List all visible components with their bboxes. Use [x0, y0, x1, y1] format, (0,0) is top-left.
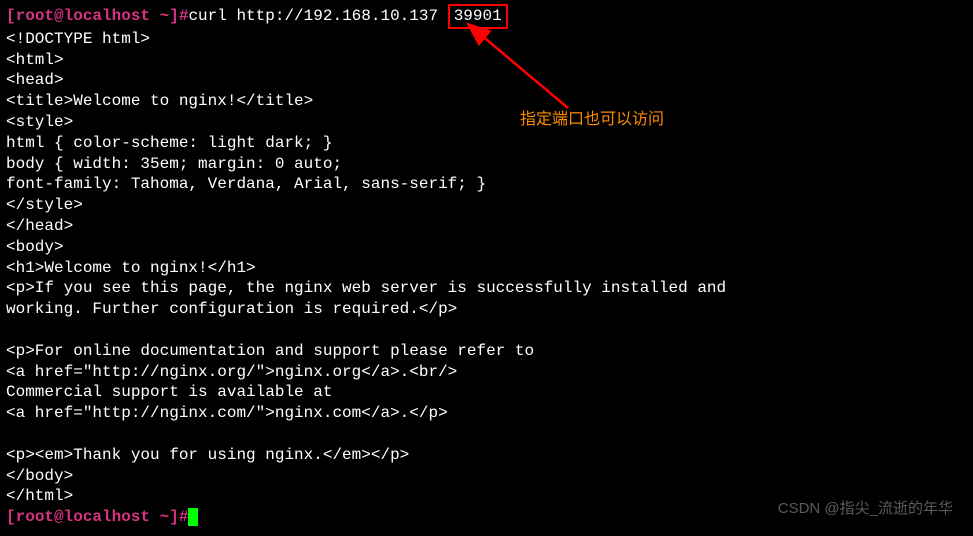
output-line: working. Further configuration is requir…	[6, 299, 967, 320]
prompt-user-host: root@localhost	[16, 508, 150, 526]
output-line: </head>	[6, 216, 967, 237]
output-line: </style>	[6, 195, 967, 216]
output-line: html { color-scheme: light dark; }	[6, 133, 967, 154]
output-line: <!DOCTYPE html>	[6, 29, 967, 50]
output-line: font-family: Tahoma, Verdana, Arial, san…	[6, 174, 967, 195]
terminal-cursor	[188, 508, 198, 526]
output-line: </html>	[6, 486, 967, 507]
output-line: <head>	[6, 70, 967, 91]
prompt-path: ~	[150, 7, 169, 25]
curl-command: curl http://192.168.10.137	[188, 7, 438, 25]
output-line: <html>	[6, 50, 967, 71]
output-line: <p>For online documentation and support …	[6, 341, 967, 362]
output-line	[6, 424, 967, 445]
prompt-path: ~	[150, 508, 169, 526]
output-line: <body>	[6, 237, 967, 258]
output-line: <style>	[6, 112, 967, 133]
terminal-area[interactable]: [root@localhost ~]#curl http://192.168.1…	[6, 4, 967, 528]
port-highlight-box: 39901	[448, 4, 508, 29]
output-line: </body>	[6, 466, 967, 487]
prompt-bracket-open: [	[6, 508, 16, 526]
output-line: <p><em>Thank you for using nginx.</em></…	[6, 445, 967, 466]
prompt-bracket-close: ]#	[169, 508, 188, 526]
prompt-bracket-close: ]#	[169, 7, 188, 25]
output-line	[6, 320, 967, 341]
output-line: <a href="http://nginx.com/">nginx.com</a…	[6, 403, 967, 424]
prompt-user-host: root@localhost	[16, 7, 150, 25]
output-line: Commercial support is available at	[6, 382, 967, 403]
output-line: <title>Welcome to nginx!</title>	[6, 91, 967, 112]
command-line-2[interactable]: [root@localhost ~]#	[6, 507, 967, 528]
prompt-bracket-open: [	[6, 7, 16, 25]
output-line: <p>If you see this page, the nginx web s…	[6, 278, 967, 299]
command-output: <!DOCTYPE html><html><head><title>Welcom…	[6, 29, 967, 507]
annotation-text: 指定端口也可以访问	[520, 110, 664, 131]
command-line-1: [root@localhost ~]#curl http://192.168.1…	[6, 4, 967, 29]
output-line: <a href="http://nginx.org/">nginx.org</a…	[6, 362, 967, 383]
output-line: body { width: 35em; margin: 0 auto;	[6, 154, 967, 175]
output-line: <h1>Welcome to nginx!</h1>	[6, 258, 967, 279]
